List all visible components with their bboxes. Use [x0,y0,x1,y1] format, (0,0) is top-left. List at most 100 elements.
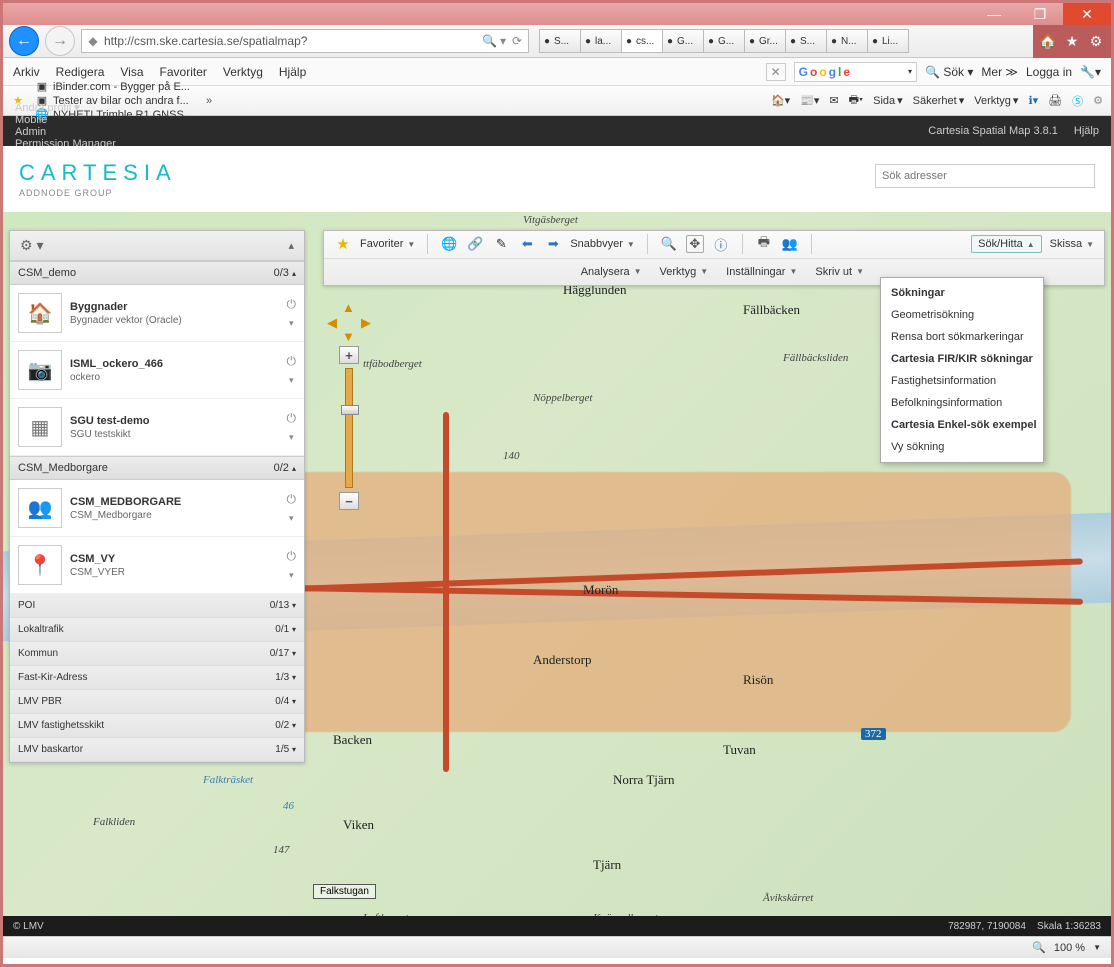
menu-item-rensa[interactable]: Rensa bort sökmarkeringar [881,326,1043,348]
menu-item-vysokning[interactable]: Vy sökning [881,436,1043,458]
pan-control[interactable]: ▲ ▼ ◀ ▶ [329,302,369,342]
link-icon[interactable]: 🔗 [466,235,484,253]
power-icon[interactable]: ⏻ [287,354,297,369]
verktyg-menu[interactable]: Verktyg ▼ [660,266,709,278]
power-icon[interactable]: ⏻ [287,492,297,507]
chevron-down-icon[interactable]: ▾ [289,375,294,386]
menu-item-geometrisokning[interactable]: Geometrisökning [881,304,1043,326]
extra-tool-icon-1[interactable]: 🖨 [1048,94,1062,107]
google-login-button[interactable]: Logga in [1026,65,1072,79]
gear-tool-icon[interactable]: ⚙ [1093,94,1103,107]
favorites-icon[interactable]: ★ [1063,32,1081,50]
zoom-out-button[interactable]: − [339,492,359,510]
feed-tool-icon[interactable]: 📰▾ [800,94,819,107]
zoom-search-icon[interactable]: 🔍 [660,235,678,253]
tools-icon[interactable]: ⚙ [1087,32,1105,50]
app-nav-item[interactable]: Mobile [15,114,116,126]
analysera-menu[interactable]: Analysera ▼ [581,266,642,278]
home-icon[interactable]: 🏠 [1039,32,1057,50]
chevron-down-icon[interactable]: ▾ [289,318,294,329]
browser-tab[interactable]: ● Li... [867,29,909,53]
skrivut-menu[interactable]: Skriv ut ▼ [815,266,864,278]
browser-tab[interactable]: ● G... [703,29,745,53]
menu-item-befolkning[interactable]: Befolkningsinformation [881,392,1043,414]
gear-icon[interactable]: ⚙ ▾ [20,237,43,254]
power-icon[interactable]: ⏻ [287,297,297,312]
app-nav-item[interactable]: Ändra profil ▾ [15,101,116,114]
wrench-icon[interactable]: 🔧▾ [1080,65,1101,79]
layer-group-collapsed[interactable]: Fast-Kir-Adress1/3 ▾ [10,666,304,690]
installningar-menu[interactable]: Inställningar ▼ [726,266,797,278]
chevron-down-icon[interactable]: ▾ [289,570,294,581]
power-icon[interactable]: ⏻ [287,411,297,426]
layer-item[interactable]: ▦SGU test-demoSGU testskikt⏻▾ [10,399,304,456]
zoom-slider-track[interactable] [345,368,353,488]
browser-menu-item[interactable]: Favoriter [160,65,207,79]
print-icon[interactable]: 🖶 [755,235,773,253]
refresh-icon[interactable]: ⟳ [510,34,524,48]
close-toolbar-icon[interactable]: ✕ [766,63,786,81]
layer-item[interactable]: 🏠ByggnaderBygnader vektor (Oracle)⏻▾ [10,285,304,342]
more-bookmarks-icon[interactable]: » [206,95,212,107]
search-icon[interactable]: 🔍 [482,34,496,48]
google-sok-button[interactable]: 🔍 Sök ▾ [925,65,973,79]
window-maximize-button[interactable]: ❐ [1017,3,1063,25]
google-search-input[interactable] [852,66,906,78]
page-tool[interactable]: Sida ▾ [873,94,903,107]
browser-menu-item[interactable]: Hjälp [279,65,306,79]
layer-group-collapsed[interactable]: Kommun0/17 ▾ [10,642,304,666]
chevron-down-icon[interactable]: ▾ [289,432,294,443]
dropdown-icon[interactable]: ▾ [496,34,510,48]
browser-menu-item[interactable]: Redigera [56,65,105,79]
window-close-button[interactable]: ✕ [1063,3,1111,25]
chevron-down-icon[interactable]: ▾ [289,513,294,524]
layer-group-collapsed[interactable]: Lokaltrafik0/1 ▾ [10,618,304,642]
browser-tab[interactable]: ● S... [785,29,827,53]
collapse-icon[interactable]: ▴ [288,239,294,252]
layer-group-collapsed[interactable]: LMV PBR0/4 ▾ [10,690,304,714]
info-tool-icon[interactable]: ⓘ [712,235,730,253]
browser-tab[interactable]: ● S... [539,29,581,53]
layer-item[interactable]: 📍CSM_VYCSM_VYER⏻▾ [10,537,304,594]
globe-icon[interactable]: 🌐 [440,235,458,253]
map-area[interactable]: VitgäsbergetHägglundenFällbäckenFällbäck… [3,212,1111,936]
pan-left-icon[interactable]: ◀ [327,315,337,331]
layer-group-header[interactable]: CSM_demo0/3 ▴ [10,261,304,285]
app-nav-item[interactable]: Admin [15,126,116,138]
crosshair-icon[interactable]: ✎ [492,235,510,253]
next-extent-icon[interactable]: ➡ [544,235,562,253]
skissa-menu[interactable]: Skissa ▼ [1050,238,1094,250]
browser-tab[interactable]: ● N... [826,29,868,53]
security-tool[interactable]: Säkerhet ▾ [913,94,965,107]
help-tool-icon[interactable]: ℹ▾ [1028,94,1038,107]
zoom-slider-handle[interactable] [341,405,359,415]
browser-tab[interactable]: ● la... [580,29,622,53]
star-icon[interactable]: ★ [334,235,352,253]
app-help-link[interactable]: Hjälp [1074,125,1099,137]
layer-group-header[interactable]: CSM_Medborgare0/2 ▴ [10,456,304,480]
layer-group-collapsed[interactable]: LMV fastighetsskikt0/2 ▾ [10,714,304,738]
window-minimize-button[interactable]: — [971,3,1017,25]
favoriter-menu[interactable]: Favoriter ▼ [360,238,415,250]
snabbvyer-menu[interactable]: Snabbvyer ▼ [570,238,635,250]
skype-tool-icon[interactable]: Ⓢ [1072,93,1083,109]
browser-tab[interactable]: ● Gr... [744,29,786,53]
zoom-icon[interactable]: 🔍 [1032,941,1046,954]
home-tool-icon[interactable]: 🏠▾ [771,94,790,107]
pan-tool-icon[interactable]: ✥ [686,235,704,253]
google-search-box[interactable]: Google ▾ [794,62,917,82]
layer-item[interactable]: 📷ISML_ockero_466ockero⏻▾ [10,342,304,399]
sokhitta-menu[interactable]: Sök/Hitta ▲ [971,235,1042,253]
browser-menu-item[interactable]: Arkiv [13,65,40,79]
mail-tool-icon[interactable]: ✉ [829,94,838,107]
address-search-input[interactable] [875,164,1095,188]
browser-menu-item[interactable]: Verktyg [223,65,263,79]
power-icon[interactable]: ⏻ [287,549,297,564]
pan-right-icon[interactable]: ▶ [361,315,371,331]
zoom-dropdown-icon[interactable]: ▼ [1093,943,1101,952]
back-button[interactable]: ← [9,26,39,56]
previous-extent-icon[interactable]: ⬅ [518,235,536,253]
browser-tab[interactable]: ● G... [662,29,704,53]
forward-button[interactable]: → [45,26,75,56]
layer-panel-header[interactable]: ⚙ ▾ ▴ [10,231,304,261]
